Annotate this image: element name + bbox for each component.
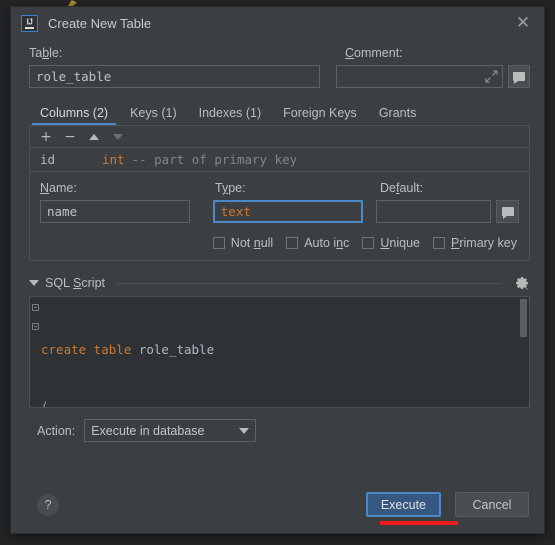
tab-columns[interactable]: Columns (2) — [29, 106, 119, 126]
sql-script-label: SQL Script — [45, 276, 105, 290]
action-label: Action: — [37, 423, 76, 438]
checkbox-primary-key[interactable]: Primary key — [433, 236, 517, 250]
move-column-down-button[interactable] — [108, 128, 128, 146]
table-properties-form: Table: Comment: role_table — [11, 40, 544, 88]
column-type-label: Type: — [215, 181, 246, 195]
intellij-logo-icon: IJ — [21, 15, 38, 32]
create-new-table-dialog: IJ Create New Table ✕ Table: Comment: ro… — [10, 6, 545, 534]
fold-marker-icon[interactable] — [32, 323, 39, 330]
sql-code: create table role_table ( id serial cons… — [30, 297, 529, 408]
checkbox-not-null[interactable]: Not null — [212, 236, 274, 250]
checkbox-label: Unique — [380, 236, 420, 250]
arrow-up-icon — [89, 133, 99, 140]
close-icon[interactable]: ✕ — [510, 11, 536, 37]
column-type: int — [102, 152, 125, 167]
sql-script-editor[interactable]: create table role_table ( id serial cons… — [29, 296, 530, 408]
columns-toolbar: + − — [30, 126, 529, 148]
annotation-underline — [380, 521, 458, 525]
cancel-button[interactable]: Cancel — [455, 492, 529, 517]
comment-input[interactable] — [335, 65, 503, 88]
speech-bubble-icon — [512, 72, 525, 84]
fold-marker-icon[interactable] — [32, 304, 39, 311]
code-line: create table role_table — [41, 342, 215, 357]
move-column-up-button[interactable] — [84, 128, 104, 146]
speech-bubble-icon — [501, 207, 514, 219]
default-editor-button[interactable] — [496, 200, 519, 223]
desktop-background: IJ Create New Table ✕ Table: Comment: ro… — [0, 0, 555, 545]
dialog-titlebar: IJ Create New Table ✕ — [11, 7, 544, 40]
checkbox-label: Not null — [230, 236, 274, 250]
column-comment: -- part of primary key — [131, 152, 298, 167]
remove-column-button[interactable]: − — [60, 128, 80, 146]
action-dropdown[interactable]: Execute in database — [84, 419, 257, 442]
column-name-label: Name: — [40, 181, 77, 195]
column-name: id — [40, 152, 56, 167]
column-type-input[interactable]: text — [212, 200, 363, 223]
checkbox-auto-inc[interactable]: Auto inc — [286, 236, 349, 250]
execute-button[interactable]: Execute — [365, 492, 441, 517]
comment-field-wrapper — [335, 65, 503, 88]
gear-icon[interactable] — [514, 275, 530, 291]
column-default-label: Default: — [380, 181, 424, 195]
comment-label: Comment: — [345, 46, 403, 60]
table-name-label: Table: — [29, 46, 63, 60]
column-editor: Name: Type: Default: name text Not null … — [30, 172, 529, 260]
checkbox-box — [212, 237, 225, 249]
object-tabs: Columns (2) Keys (1) Indexes (1) Foreign… — [29, 100, 544, 125]
arrow-down-icon — [113, 133, 123, 140]
divider — [117, 282, 502, 284]
editor-scrollbar[interactable] — [520, 299, 527, 337]
checkbox-box — [286, 237, 299, 249]
column-flags: Not null Auto inc Unique Primary key — [40, 236, 519, 250]
table-row[interactable]: id int -- part of primary key — [30, 148, 529, 172]
checkbox-unique[interactable]: Unique — [362, 236, 420, 250]
tab-grants[interactable]: Grants — [368, 106, 428, 126]
tab-foreign-keys[interactable]: Foreign Keys — [272, 106, 368, 126]
chevron-down-icon[interactable] — [29, 280, 39, 286]
column-default-input[interactable] — [375, 200, 492, 223]
tab-indexes[interactable]: Indexes (1) — [188, 106, 273, 126]
dialog-footer: ? Execute Cancel — [11, 492, 544, 533]
chevron-down-icon — [239, 427, 250, 434]
action-dropdown-value: Execute in database — [91, 423, 205, 438]
comment-editor-button[interactable] — [507, 65, 530, 88]
columns-panel: + − id int -- part of primary key Name: … — [29, 125, 530, 261]
sql-script-header: SQL Script — [29, 275, 530, 291]
table-name-input[interactable]: role_table — [29, 65, 320, 88]
add-column-button[interactable]: + — [36, 128, 56, 146]
help-button[interactable]: ? — [37, 493, 59, 516]
checkbox-box — [362, 237, 375, 249]
intellij-logo-text: IJ — [26, 17, 33, 27]
editor-gutter — [30, 297, 41, 407]
checkbox-box — [433, 237, 445, 249]
checkbox-label: Primary key — [451, 236, 517, 250]
tab-keys[interactable]: Keys (1) — [119, 106, 188, 126]
checkbox-label: Auto inc — [304, 236, 350, 250]
column-name-input[interactable]: name — [40, 200, 191, 223]
action-row: Action: Execute in database — [37, 419, 544, 442]
code-line: ( — [41, 399, 49, 408]
dialog-title: Create New Table — [48, 16, 152, 31]
